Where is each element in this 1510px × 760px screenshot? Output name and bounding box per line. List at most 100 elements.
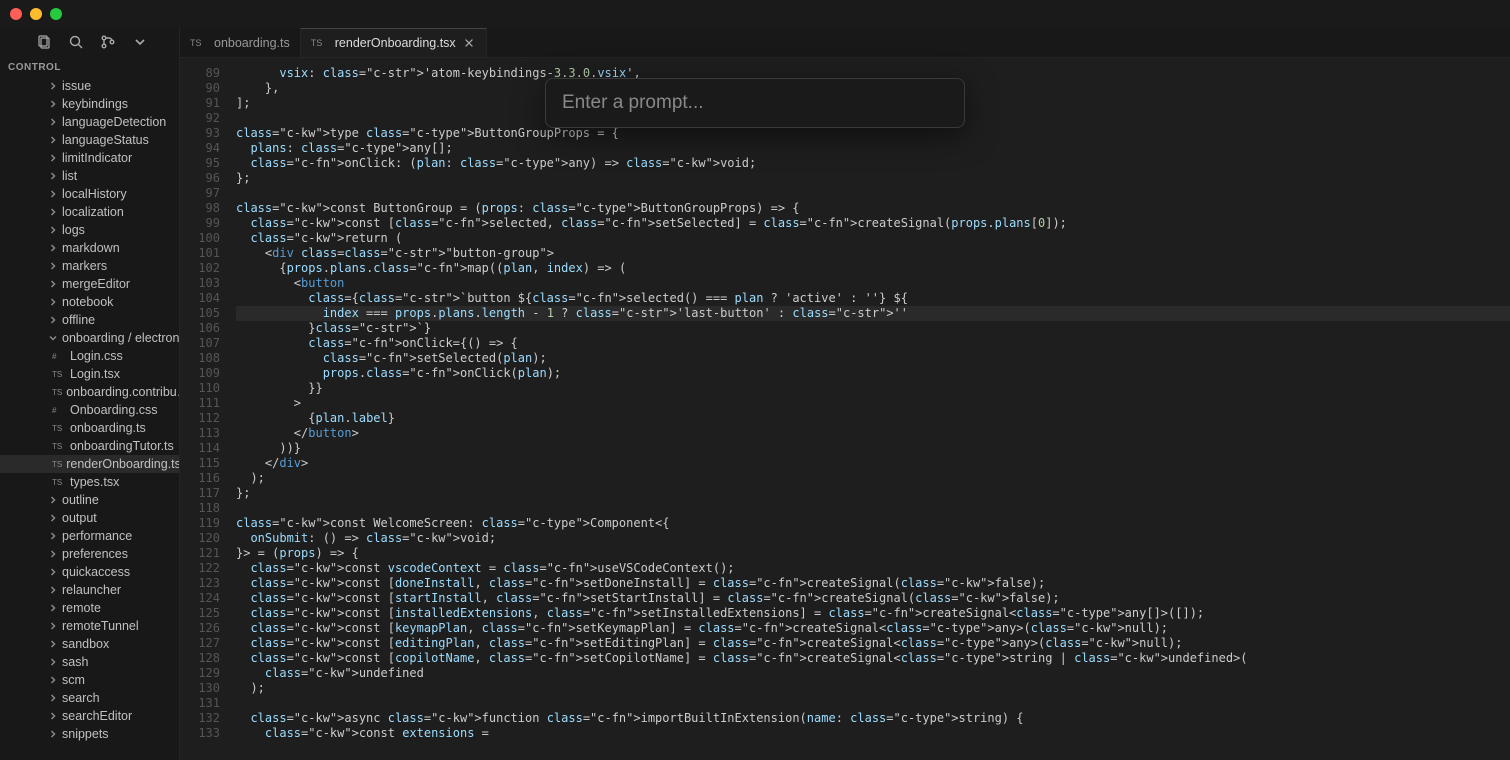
tree-item-label: sandbox: [62, 637, 109, 651]
editor-area: TSonboarding.tsTSrenderOnboarding.tsx 89…: [180, 28, 1510, 760]
tree-item-label: onboarding / electron-…: [62, 331, 179, 345]
tab-label: renderOnboarding.tsx: [335, 36, 456, 50]
tree-item-label: snippets: [62, 727, 109, 741]
tree-item-label: languageDetection: [62, 115, 166, 129]
tree-folder[interactable]: localHistory: [0, 185, 179, 203]
tree-item-label: quickaccess: [62, 565, 130, 579]
tree-folder[interactable]: markdown: [0, 239, 179, 257]
tree-folder[interactable]: sash: [0, 653, 179, 671]
chevron-right-icon: [48, 207, 58, 217]
tree-item-label: relauncher: [62, 583, 121, 597]
tree-folder[interactable]: mergeEditor: [0, 275, 179, 293]
source-control-icon[interactable]: [100, 34, 116, 55]
tree-folder[interactable]: offline: [0, 311, 179, 329]
tree-folder[interactable]: languageDetection: [0, 113, 179, 131]
tree-item-label: preferences: [62, 547, 128, 561]
chevron-right-icon: [48, 513, 58, 523]
sidebar-toolbar: [0, 28, 179, 60]
tree-file[interactable]: TSonboarding.contribu…: [0, 383, 179, 401]
tree-item-label: remoteTunnel: [62, 619, 139, 633]
tree-item-label: remote: [62, 601, 101, 615]
tree-folder[interactable]: searchEditor: [0, 707, 179, 725]
chevron-right-icon: [48, 639, 58, 649]
chevron-right-icon: [48, 531, 58, 541]
tree-folder[interactable]: remote: [0, 599, 179, 617]
chevron-right-icon: [48, 81, 58, 91]
minimize-window-button[interactable]: [30, 8, 42, 20]
chevron-right-icon: [48, 621, 58, 631]
close-tab-icon[interactable]: [462, 36, 476, 50]
chevron-right-icon: [48, 315, 58, 325]
tree-folder[interactable]: scm: [0, 671, 179, 689]
ts-file-icon: TS: [311, 38, 325, 48]
tree-folder[interactable]: markers: [0, 257, 179, 275]
ts-file-icon: TS: [190, 38, 204, 48]
files-icon[interactable]: [36, 34, 52, 55]
tree-folder[interactable]: snippets: [0, 725, 179, 743]
tree-item-label: types.tsx: [70, 475, 119, 489]
tree-folder[interactable]: remoteTunnel: [0, 617, 179, 635]
chevron-right-icon: [48, 495, 58, 505]
chevron-right-icon: [48, 675, 58, 685]
chevron-right-icon: [48, 189, 58, 199]
tree-folder[interactable]: quickaccess: [0, 563, 179, 581]
window-controls: [10, 8, 62, 20]
tree-file[interactable]: TSrenderOnboarding.tsx: [0, 455, 179, 473]
tree-item-label: issue: [62, 79, 91, 93]
maximize-window-button[interactable]: [50, 8, 62, 20]
tree-folder[interactable]: relauncher: [0, 581, 179, 599]
tree-folder[interactable]: onboarding / electron-…: [0, 329, 179, 347]
tree-item-label: keybindings: [62, 97, 128, 111]
tree-item-label: outline: [62, 493, 99, 507]
tree-item-label: Login.tsx: [70, 367, 120, 381]
tree-folder[interactable]: issue: [0, 77, 179, 95]
chevron-right-icon: [48, 585, 58, 595]
tree-file[interactable]: TSonboardingTutor.ts: [0, 437, 179, 455]
tree-item-label: onboarding.ts: [70, 421, 146, 435]
tree-item-label: markdown: [62, 241, 120, 255]
tree-item-label: renderOnboarding.tsx: [66, 457, 179, 471]
chevron-right-icon: [48, 711, 58, 721]
tree-item-label: list: [62, 169, 77, 183]
editor-tab[interactable]: TSonboarding.ts: [180, 28, 301, 57]
tree-folder[interactable]: logs: [0, 221, 179, 239]
tree-item-label: mergeEditor: [62, 277, 130, 291]
tree-item-label: sash: [62, 655, 88, 669]
tree-item-label: localization: [62, 205, 124, 219]
ts-file-icon: TS: [52, 442, 66, 451]
tree-folder[interactable]: performance: [0, 527, 179, 545]
tree-folder[interactable]: keybindings: [0, 95, 179, 113]
tree-folder[interactable]: limitIndicator: [0, 149, 179, 167]
sidebar: CONTROL issuekeybindingslanguageDetectio…: [0, 28, 180, 760]
tree-folder[interactable]: sandbox: [0, 635, 179, 653]
tree-item-label: scm: [62, 673, 85, 687]
tree-file[interactable]: #Login.css: [0, 347, 179, 365]
tree-folder[interactable]: outline: [0, 491, 179, 509]
file-tree: issue keybindings languageDetection languag…: [0, 77, 179, 760]
tree-folder[interactable]: notebook: [0, 293, 179, 311]
search-icon[interactable]: [68, 34, 84, 55]
tree-folder[interactable]: search: [0, 689, 179, 707]
chevron-right-icon: [48, 117, 58, 127]
editor-tab[interactable]: TS renderOnboarding.tsx: [301, 28, 487, 57]
tree-folder[interactable]: preferences: [0, 545, 179, 563]
chevron-right-icon: [48, 729, 58, 739]
tree-file[interactable]: TStypes.tsx: [0, 473, 179, 491]
tree-file[interactable]: TS Login.tsx: [0, 365, 179, 383]
ts-file-icon: TS: [52, 370, 66, 379]
ts-file-icon: TS: [52, 388, 62, 397]
tree-item-label: markers: [62, 259, 107, 273]
chevron-right-icon: [48, 153, 58, 163]
close-window-button[interactable]: [10, 8, 22, 20]
editor-content[interactable]: vsix: class="c-str">'atom-keybindings-3.…: [236, 58, 1510, 760]
tree-file[interactable]: #Onboarding.css: [0, 401, 179, 419]
tree-folder[interactable]: output: [0, 509, 179, 527]
tree-folder[interactable]: localization: [0, 203, 179, 221]
tree-folder[interactable]: languageStatus: [0, 131, 179, 149]
tree-folder[interactable]: list: [0, 167, 179, 185]
chevron-down-icon[interactable]: [132, 34, 148, 55]
prompt-input[interactable]: [562, 92, 948, 114]
tree-file[interactable]: TSonboarding.ts: [0, 419, 179, 437]
tree-item-label: Onboarding.css: [70, 403, 158, 417]
chevron-right-icon: [48, 99, 58, 109]
